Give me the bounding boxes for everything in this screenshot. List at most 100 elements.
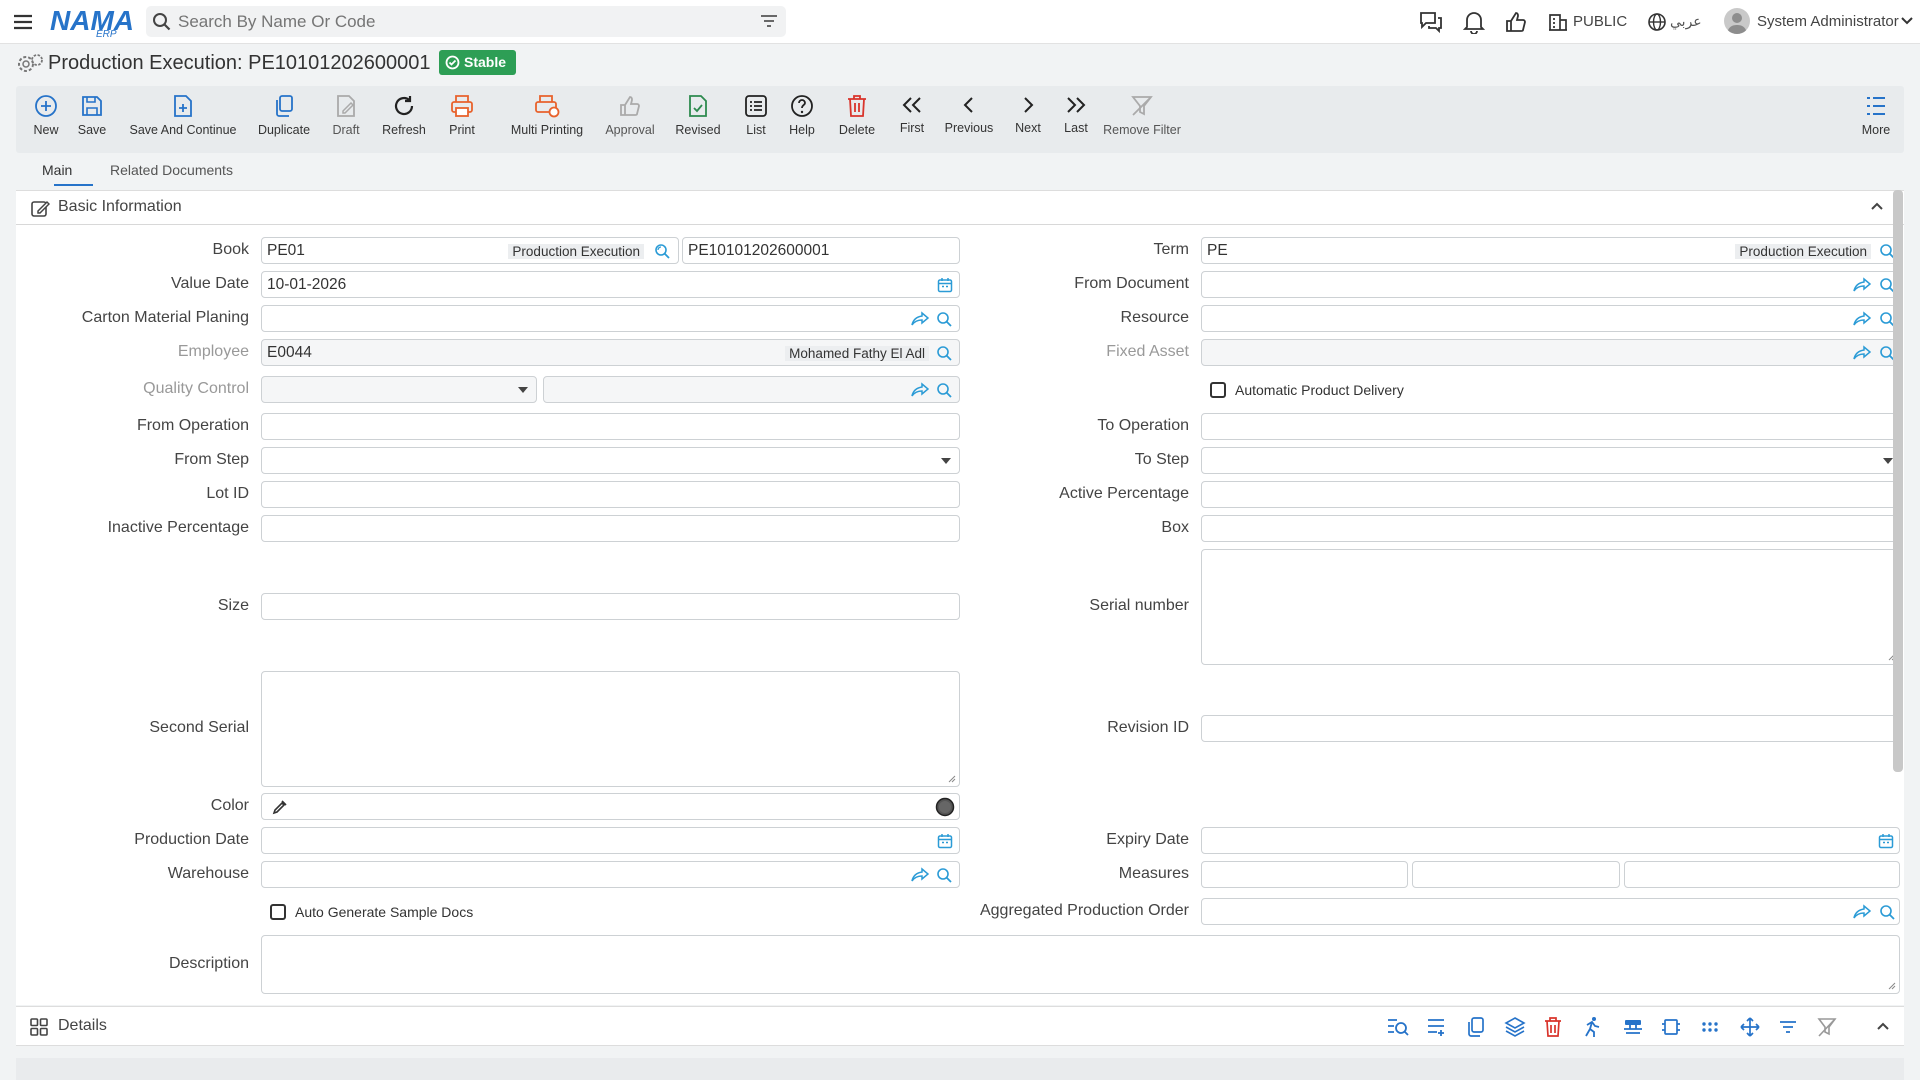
from-operation-field[interactable] bbox=[261, 413, 960, 440]
measure-width-field[interactable] bbox=[1412, 861, 1620, 888]
language-switch[interactable]: عربي bbox=[1670, 13, 1702, 30]
color-swatch[interactable] bbox=[935, 797, 955, 817]
size-field[interactable] bbox=[261, 593, 960, 620]
box-field[interactable] bbox=[1201, 515, 1900, 542]
multi-printing-button[interactable]: Multi Printing bbox=[496, 94, 598, 148]
previous-button[interactable]: Previous bbox=[934, 94, 1004, 148]
revised-button[interactable]: Revised bbox=[658, 94, 738, 148]
stamp-icon[interactable] bbox=[1622, 1016, 1644, 1038]
lookup-icon[interactable] bbox=[654, 243, 671, 260]
document-code-field[interactable]: PE10101202600001 bbox=[682, 237, 960, 264]
description-textarea[interactable] bbox=[261, 935, 1900, 994]
warehouse-field[interactable] bbox=[261, 861, 960, 888]
automatic-product-delivery-checkbox[interactable] bbox=[1210, 382, 1226, 398]
revision-id-field[interactable] bbox=[1201, 715, 1900, 742]
eyedropper-icon[interactable] bbox=[272, 799, 288, 815]
first-button[interactable]: First bbox=[884, 94, 940, 148]
tab-related-documents[interactable]: Related Documents bbox=[110, 162, 233, 178]
share-arrow-icon[interactable] bbox=[1853, 345, 1871, 361]
value-date-field[interactable]: 10-01-2026 bbox=[261, 271, 960, 298]
share-arrow-icon[interactable] bbox=[911, 382, 929, 398]
lookup-icon[interactable] bbox=[936, 345, 953, 362]
from-document-field[interactable] bbox=[1201, 271, 1900, 298]
organization-label[interactable]: PUBLIC bbox=[1573, 13, 1627, 30]
filter-lines-icon[interactable] bbox=[760, 13, 778, 29]
second-serial-textarea[interactable] bbox=[261, 671, 960, 787]
carton-field[interactable] bbox=[261, 305, 960, 332]
refresh-button[interactable]: Refresh bbox=[379, 94, 429, 148]
calendar-icon[interactable] bbox=[937, 833, 953, 849]
lookup-icon[interactable] bbox=[936, 311, 953, 328]
copy-icon[interactable] bbox=[1466, 1016, 1486, 1038]
calendar-icon[interactable] bbox=[1878, 833, 1894, 849]
share-arrow-icon[interactable] bbox=[911, 867, 929, 883]
layers-icon[interactable] bbox=[1504, 1016, 1526, 1038]
expiry-date-field[interactable] bbox=[1201, 827, 1900, 854]
resize-grip-icon[interactable] bbox=[948, 775, 956, 783]
move-icon[interactable] bbox=[1739, 1016, 1761, 1038]
measure-height-field[interactable] bbox=[1624, 861, 1900, 888]
run-icon[interactable] bbox=[1582, 1016, 1602, 1038]
section-header[interactable]: Basic Information bbox=[16, 191, 1904, 225]
scrollbar[interactable] bbox=[1893, 190, 1903, 772]
filter-off-icon[interactable] bbox=[1816, 1016, 1838, 1038]
inactive-percentage-field[interactable] bbox=[261, 515, 960, 542]
production-date-field[interactable] bbox=[261, 827, 960, 854]
tab-main[interactable]: Main bbox=[42, 162, 72, 178]
search-list-icon[interactable] bbox=[1386, 1016, 1410, 1038]
frame-icon[interactable] bbox=[1661, 1016, 1681, 1038]
carton-label: Carton Material Planing bbox=[81, 309, 249, 326]
lot-id-field[interactable] bbox=[261, 481, 960, 508]
chevron-up-icon[interactable] bbox=[1876, 1021, 1890, 1031]
measure-length-field[interactable] bbox=[1201, 861, 1408, 888]
menu-icon[interactable] bbox=[12, 11, 34, 33]
quality-control-select[interactable] bbox=[261, 376, 537, 403]
lookup-icon[interactable] bbox=[936, 867, 953, 884]
share-arrow-icon[interactable] bbox=[1853, 904, 1871, 920]
serial-number-textarea[interactable] bbox=[1201, 549, 1900, 665]
employee-field[interactable]: E0044 Mohamed Fathy El Adl bbox=[261, 339, 960, 366]
user-menu[interactable]: System Administrator bbox=[1757, 13, 1899, 30]
from-step-select[interactable] bbox=[261, 447, 960, 474]
calendar-icon[interactable] bbox=[937, 277, 953, 293]
help-button[interactable]: Help bbox=[774, 94, 830, 148]
save-button[interactable]: Save bbox=[74, 94, 110, 148]
chevron-up-icon[interactable] bbox=[1870, 201, 1884, 211]
term-field[interactable]: PE Production Execution bbox=[1201, 237, 1900, 264]
lookup-icon[interactable] bbox=[1879, 904, 1896, 921]
chevron-down-icon[interactable] bbox=[1901, 16, 1913, 26]
auto-generate-sample-docs-checkbox[interactable] bbox=[270, 904, 286, 920]
color-picker-field[interactable] bbox=[261, 793, 960, 820]
more-button[interactable]: More bbox=[1856, 94, 1896, 148]
delete-button[interactable]: Delete bbox=[824, 94, 890, 148]
duplicate-button[interactable]: Duplicate bbox=[256, 94, 312, 148]
active-percentage-field[interactable] bbox=[1201, 481, 1900, 508]
filter-lines-icon[interactable] bbox=[1778, 1016, 1798, 1038]
share-arrow-icon[interactable] bbox=[1853, 311, 1871, 327]
add-row-icon[interactable] bbox=[1426, 1016, 1448, 1038]
thumbs-up-icon[interactable] bbox=[1505, 10, 1527, 34]
share-arrow-icon[interactable] bbox=[1853, 277, 1871, 293]
share-arrow-icon[interactable] bbox=[911, 311, 929, 327]
fixed-asset-field[interactable] bbox=[1201, 339, 1900, 366]
aggregated-order-field[interactable] bbox=[1201, 898, 1900, 925]
resource-field[interactable] bbox=[1201, 305, 1900, 332]
to-step-select[interactable] bbox=[1201, 447, 1900, 474]
quality-control-field[interactable] bbox=[543, 376, 960, 403]
new-button[interactable]: New bbox=[28, 94, 64, 148]
resize-grip-icon[interactable] bbox=[1888, 982, 1896, 990]
avatar[interactable] bbox=[1724, 8, 1750, 34]
bell-icon[interactable] bbox=[1463, 10, 1485, 34]
lookup-icon[interactable] bbox=[936, 382, 953, 399]
logo[interactable]: NAMA ERP bbox=[50, 5, 134, 40]
print-button[interactable]: Print bbox=[444, 94, 480, 148]
search-input[interactable] bbox=[178, 10, 738, 33]
save-and-continue-button[interactable]: Save And Continue bbox=[128, 94, 238, 148]
book-field[interactable]: PE01 Production Execution bbox=[261, 237, 679, 264]
remove-filter-button[interactable]: Remove Filter bbox=[1092, 94, 1192, 148]
dots-grid-icon[interactable] bbox=[1700, 1016, 1720, 1038]
chat-icon[interactable] bbox=[1418, 10, 1444, 34]
to-operation-field[interactable] bbox=[1201, 413, 1900, 440]
draft-button[interactable]: Draft bbox=[328, 94, 364, 148]
trash-icon[interactable] bbox=[1543, 1016, 1563, 1038]
